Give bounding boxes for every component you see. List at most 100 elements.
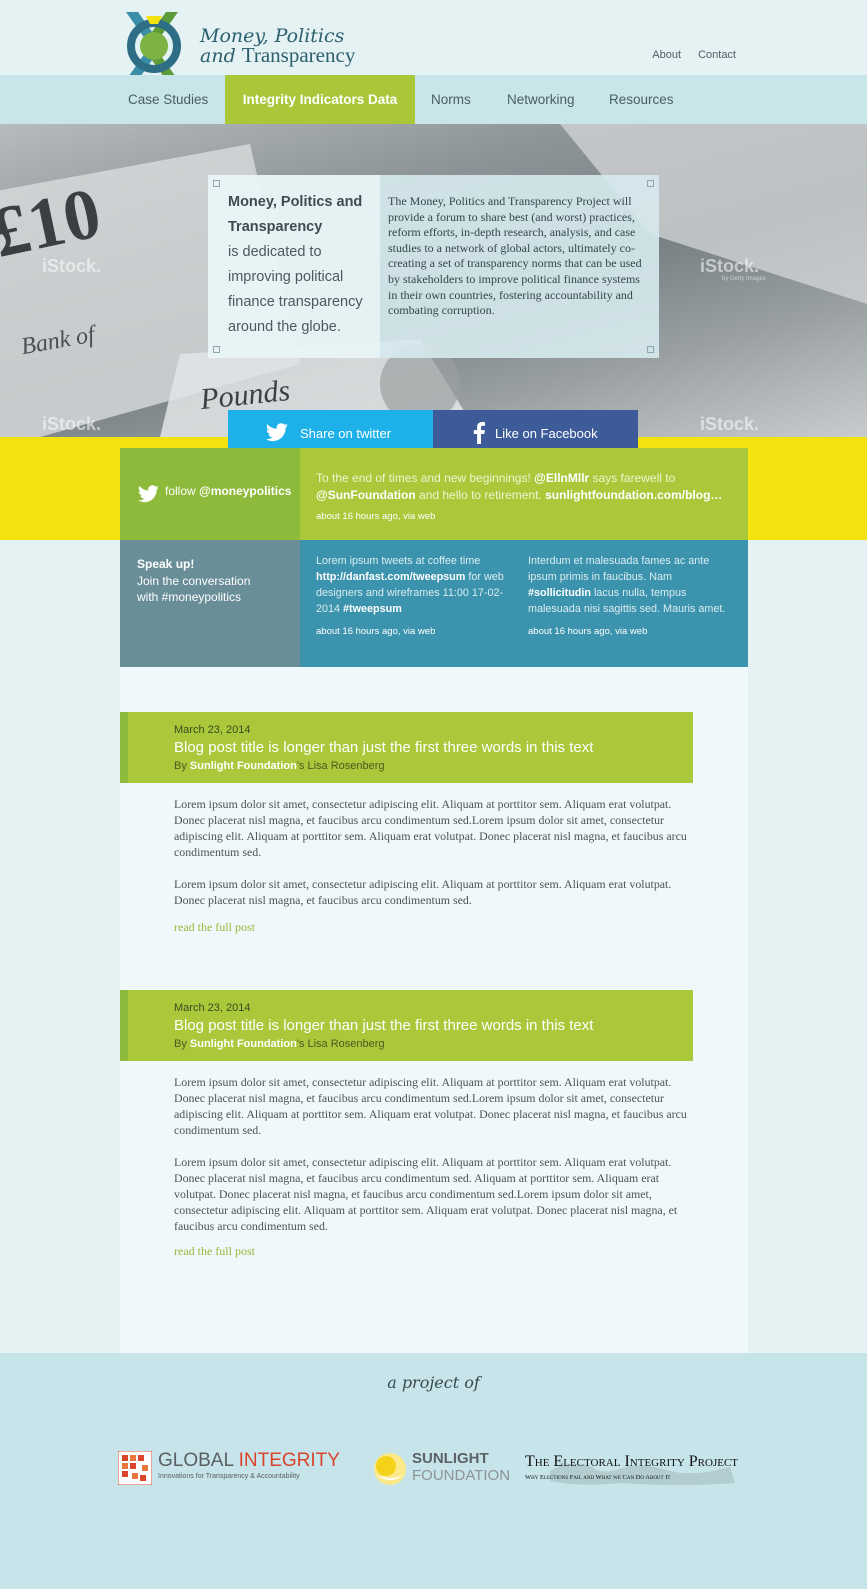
sunlight-word-2: FOUNDATION bbox=[412, 1467, 511, 1484]
global-integrity-wordmark: GLOBAL INTEGRITY bbox=[158, 1451, 340, 1471]
read-more-link[interactable]: read the full post bbox=[174, 1244, 255, 1259]
global-integrity-mark-icon bbox=[118, 1451, 152, 1485]
corner-mark bbox=[213, 180, 220, 187]
post-author: 's Lisa Rosenberg bbox=[296, 760, 385, 772]
corner-mark bbox=[647, 180, 654, 187]
featured-tweet-text: To the end of times and new beginnings! … bbox=[316, 470, 732, 504]
watermark: iStock. bbox=[700, 414, 760, 434]
contact-link[interactable]: Contact bbox=[698, 49, 736, 61]
hero-intro-card: Money, Politics and Transparency is dedi… bbox=[208, 175, 659, 358]
blog-post-header: March 23, 2014 Blog post title is longer… bbox=[120, 990, 693, 1061]
sunlight-word-1: SUNLIGHT bbox=[412, 1450, 489, 1467]
tweet-meta: about 16 hours ago, via web bbox=[316, 511, 436, 522]
global-integrity-word-1: GLOBAL bbox=[158, 1450, 234, 1471]
hero-heading: Money, Politics and Transparency bbox=[228, 194, 363, 235]
post-author: 's Lisa Rosenberg bbox=[296, 1038, 385, 1050]
nav-item-resources[interactable]: Resources bbox=[609, 75, 674, 124]
main-nav: Case Studies Integrity Indicators Data N… bbox=[0, 75, 867, 124]
follow-box[interactable]: follow @moneypolitics bbox=[120, 448, 300, 540]
post-org[interactable]: Sunlight Foundation bbox=[190, 1038, 297, 1050]
utility-nav: About Contact bbox=[638, 49, 736, 61]
project-of-label: a project of bbox=[387, 1373, 480, 1392]
nav-item-integrity-indicators-data[interactable]: Integrity Indicators Data bbox=[225, 75, 415, 124]
logo-and: and bbox=[200, 45, 236, 67]
about-link[interactable]: About bbox=[652, 49, 681, 61]
speak-up-hashtag[interactable]: with #moneypolitics bbox=[137, 589, 300, 606]
electoral-integrity-project-logo[interactable]: The Electoral Integrity Project Why Elec… bbox=[525, 1453, 750, 1487]
hero-tagline: is dedicated to improving political fina… bbox=[228, 244, 363, 335]
twitter-feature: follow @moneypolitics To the end of time… bbox=[120, 448, 748, 540]
logo-transparency: Transparency bbox=[241, 43, 356, 67]
post-org[interactable]: Sunlight Foundation bbox=[190, 760, 297, 772]
tweet-part: says farewell to bbox=[592, 471, 676, 485]
conversation-row: Speak up! Join the conversation with #mo… bbox=[120, 540, 748, 667]
hero-intro-left: Money, Politics and Transparency is dedi… bbox=[208, 175, 380, 358]
post-body: Lorem ipsum dolor sit amet, consectetur … bbox=[174, 1074, 694, 1250]
post-title[interactable]: Blog post title is longer than just the … bbox=[174, 739, 593, 756]
tweet-text: Interdum et malesuada fames ac ante ipsu… bbox=[528, 555, 710, 583]
twitter-icon bbox=[265, 423, 288, 442]
logo-wordmark: Money, Politics and Transparency bbox=[200, 27, 355, 66]
eip-title: The Electoral Integrity Project bbox=[525, 1453, 739, 1470]
tweet-part: and hello to retirement. bbox=[419, 488, 542, 502]
global-integrity-logo[interactable]: GLOBAL INTEGRITY Innovations for Transpa… bbox=[118, 1451, 340, 1487]
hero-description: The Money, Politics and Transparency Pro… bbox=[388, 194, 642, 318]
tweet-hashtag[interactable]: #tweepsum bbox=[343, 603, 402, 615]
conversation-tweet: Interdum et malesuada fames ac ante ipsu… bbox=[528, 553, 730, 640]
blog-content: March 23, 2014 Blog post title is longer… bbox=[120, 667, 748, 1353]
follow-handle: @moneypolitics bbox=[199, 484, 292, 498]
nav-item-case-studies[interactable]: Case Studies bbox=[128, 75, 208, 124]
tweet-mention[interactable]: @EllnMllr bbox=[534, 471, 589, 485]
post-paragraph: Lorem ipsum dolor sit amet, consectetur … bbox=[174, 1075, 687, 1137]
tweet-meta: about 16 hours ago, via web bbox=[528, 626, 648, 637]
post-paragraph: Lorem ipsum dolor sit amet, consectetur … bbox=[174, 797, 687, 859]
tweet-mention[interactable]: @SunFoundation bbox=[316, 488, 416, 502]
logo-mark-icon bbox=[126, 12, 181, 80]
tweet-link[interactable]: http://danfast.com/tweepsum bbox=[316, 571, 465, 583]
featured-tweet: To the end of times and new beginnings! … bbox=[300, 448, 748, 540]
tweet-part: To the end of times and new beginnings! bbox=[316, 471, 531, 485]
post-title[interactable]: Blog post title is longer than just the … bbox=[174, 1017, 593, 1034]
site-logo[interactable]: Money, Politics and Transparency bbox=[118, 10, 368, 85]
nav-item-norms[interactable]: Norms bbox=[431, 75, 471, 124]
global-integrity-word-2: INTEGRITY bbox=[238, 1450, 340, 1471]
speak-up-line: Join the conversation bbox=[137, 573, 251, 588]
watermark: iStock. bbox=[700, 256, 760, 276]
global-integrity-tagline: Innovations for Transparency & Accountab… bbox=[158, 1473, 300, 1480]
tweet-text: Lorem ipsum tweets at coffee time bbox=[316, 555, 481, 567]
sunlight-sun-icon bbox=[374, 1453, 406, 1485]
eip-tagline: Why Elections Fail and What we Can Do Ab… bbox=[525, 1474, 671, 1481]
tweet-meta: about 16 hours ago, via web bbox=[316, 626, 436, 637]
post-by: By bbox=[174, 1038, 187, 1050]
site-footer: a project of GLOBAL INTEGRITY Innovation… bbox=[0, 1353, 867, 1589]
hero-banner: £10 Pounds Bank of iStock. iStock. by Ge… bbox=[0, 124, 867, 437]
facebook-icon bbox=[473, 422, 485, 444]
tweet-link[interactable]: sunlightfoundation.com/blog… bbox=[545, 488, 722, 502]
post-by: By bbox=[174, 760, 187, 772]
post-paragraph: Lorem ipsum dolor sit amet, consectetur … bbox=[174, 1155, 678, 1233]
post-byline: By Sunlight Foundation's Lisa Rosenberg bbox=[174, 760, 385, 772]
post-date: March 23, 2014 bbox=[174, 724, 251, 736]
speak-up-title: Speak up! bbox=[137, 557, 195, 571]
conversation-tweets: Lorem ipsum tweets at coffee time http:/… bbox=[300, 540, 748, 667]
post-body: Lorem ipsum dolor sit amet, consectetur … bbox=[174, 796, 694, 924]
twitter-icon bbox=[137, 485, 159, 503]
post-paragraph: Lorem ipsum dolor sit amet, consectetur … bbox=[174, 877, 672, 907]
nav-item-networking[interactable]: Networking bbox=[507, 75, 575, 124]
speak-up-box: Speak up! Join the conversation with #mo… bbox=[120, 540, 300, 667]
watermark: iStock. bbox=[42, 414, 102, 434]
corner-mark bbox=[647, 346, 654, 353]
sunlight-foundation-logo[interactable]: SUNLIGHT FOUNDATION bbox=[372, 1449, 510, 1489]
watermark-credit: by Getty Images bbox=[722, 276, 766, 282]
tweet-hashtag[interactable]: #sollicitudin bbox=[528, 587, 591, 599]
post-byline: By Sunlight Foundation's Lisa Rosenberg bbox=[174, 1038, 385, 1050]
post-date: March 23, 2014 bbox=[174, 1002, 251, 1014]
read-more-link[interactable]: read the full post bbox=[174, 920, 255, 935]
follow-prefix: follow bbox=[165, 484, 196, 498]
corner-mark bbox=[213, 346, 220, 353]
watermark: iStock. bbox=[42, 256, 102, 276]
blog-post-header: March 23, 2014 Blog post title is longer… bbox=[120, 712, 693, 783]
site-header: Money, Politics and Transparency About C… bbox=[0, 0, 867, 80]
follow-label: follow @moneypolitics bbox=[165, 484, 291, 498]
conversation-tweet: Lorem ipsum tweets at coffee time http:/… bbox=[316, 553, 512, 640]
